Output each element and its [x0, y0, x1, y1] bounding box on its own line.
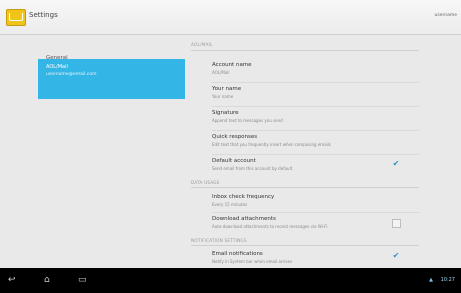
action-bar: Settings username: [0, 0, 461, 35]
pref-title: Quick responses: [212, 134, 258, 140]
status-area[interactable]: ▲ 10:27: [429, 277, 455, 283]
pref-divider: [212, 106, 419, 107]
pref-title: Inbox check frequency: [212, 194, 275, 200]
header-item-account[interactable]: AOL/Mail username@email.com: [38, 59, 185, 99]
pref-title: Account name: [212, 62, 252, 68]
pref-title: Download attachments: [212, 216, 276, 222]
category-title-data: DATA USAGE: [191, 180, 220, 185]
recent-apps-button[interactable]: ▭: [78, 274, 87, 286]
signal-icon: ▲: [429, 277, 433, 283]
pref-summary: Send email from this account by default: [212, 166, 293, 171]
header-account-email: username@email.com: [46, 72, 97, 77]
category-divider: [191, 245, 419, 246]
pref-title: Your name: [212, 86, 242, 92]
pref-summary: Your name: [212, 94, 234, 99]
pref-summary: Every 15 minutes: [212, 202, 248, 207]
pref-title: Email notifications: [212, 251, 263, 257]
settings-app-icon[interactable]: [6, 9, 26, 26]
system-nav-bar: ↩ ⌂ ▭ ▲ 10:27: [0, 268, 461, 293]
pref-divider: [212, 154, 419, 155]
pref-title: Signature: [212, 110, 239, 116]
clock: 10:27: [440, 277, 455, 283]
pref-your-name[interactable]: Your name Your name: [212, 86, 419, 99]
pref-summary: Append text to messages you send: [212, 118, 283, 123]
email-notifications-check-icon[interactable]: ✔: [392, 252, 400, 260]
pref-summary: Edit text that you frequently insert whe…: [212, 142, 331, 147]
back-button[interactable]: ↩: [8, 274, 16, 286]
pref-summary: Auto-download attachments to recent mess…: [212, 224, 328, 229]
app-title: Settings: [29, 11, 58, 19]
default-account-check-icon[interactable]: ✔: [392, 160, 400, 168]
account-settings-pane: AOL/MAIL Account name AOL/Mail Your name…: [185, 34, 430, 268]
category-divider: [191, 50, 419, 51]
pref-divider: [212, 130, 419, 131]
pref-download-attachments[interactable]: Download attachments Auto-download attac…: [212, 216, 419, 229]
pref-quick-responses[interactable]: Quick responses Edit text that you frequ…: [212, 134, 419, 147]
pref-title: Default account: [212, 158, 256, 164]
pref-divider: [212, 82, 419, 83]
download-attachments-checkbox[interactable]: [392, 219, 401, 228]
pref-divider: [212, 212, 419, 213]
pref-email-notifications[interactable]: Email notifications Notify in System bar…: [212, 251, 419, 264]
account-tag: username: [434, 13, 458, 18]
header-account-label: AOL/Mail: [46, 64, 68, 70]
pref-default-account[interactable]: Default account Send email from this acc…: [212, 158, 419, 171]
settings-header-list: General AOL/Mail username@email.com: [38, 34, 185, 268]
pref-inbox-frequency[interactable]: Inbox check frequency Every 15 minutes: [212, 194, 419, 207]
category-title-notifications: NOTIFICATION SETTINGS: [191, 238, 247, 243]
pref-account-name[interactable]: Account name AOL/Mail: [212, 62, 419, 75]
category-divider: [191, 187, 419, 188]
category-title-account: AOL/MAIL: [191, 42, 213, 47]
pref-signature[interactable]: Signature Append text to messages you se…: [212, 110, 419, 123]
pref-summary: AOL/Mail: [212, 70, 230, 75]
pref-summary: Notify in System bar when email arrives: [212, 259, 293, 264]
home-button[interactable]: ⌂: [44, 274, 50, 286]
